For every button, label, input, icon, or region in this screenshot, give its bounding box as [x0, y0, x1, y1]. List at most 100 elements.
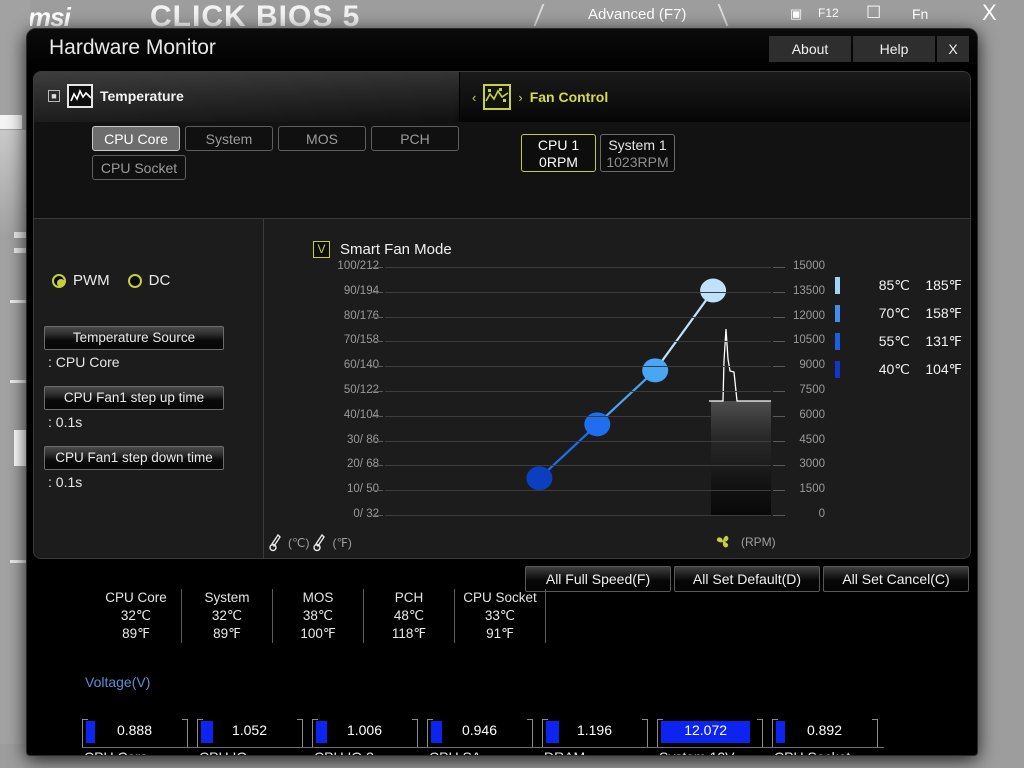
tab-system[interactable]: System [185, 126, 273, 151]
temp-summary-fahrenheit: 89℉ [122, 626, 150, 641]
chart-temp-units: (℃) (℉) [269, 533, 352, 553]
smart-fan-mode-checkbox[interactable]: V [313, 241, 330, 258]
legend-celsius: 40℃ [878, 360, 910, 377]
chevron-left-icon[interactable]: ‹ [472, 90, 476, 105]
about-button[interactable]: About [769, 36, 851, 62]
temp-summary-name: CPU Core [105, 590, 167, 605]
axis-tick [773, 465, 785, 467]
tab-pch[interactable]: PCH [371, 126, 459, 151]
y-tick-left: 100/212 [337, 260, 379, 272]
fan-selector-tabs: CPU 1 0RPM System 1 1023RPM [521, 134, 675, 172]
curve-point-3[interactable] [700, 278, 727, 303]
axis-tick [773, 366, 785, 368]
tab-cpu-socket[interactable]: CPU Socket [92, 155, 186, 180]
bios-left-gradient [0, 130, 26, 240]
axis-tick [371, 291, 383, 293]
curve-segment [654, 289, 714, 372]
y-tick-right: 6000 [799, 408, 825, 421]
gridline [385, 291, 771, 293]
window-title-bar: Hardware Monitor About Help X [27, 29, 977, 69]
voltage-cell: 1.006 CPU IO 2 [312, 717, 427, 755]
temp-summary-name: PCH [394, 590, 424, 605]
card-header: ■ Temperature ‹ › Fan Control [34, 72, 970, 122]
y-tick-right: 9000 [799, 359, 825, 372]
decor-slash-left [533, 4, 545, 26]
y-tick-left: 60/140 [343, 359, 379, 372]
voltage-label: DRAM [544, 749, 585, 755]
fan-graph-icon [483, 84, 512, 110]
fan-control-header-panel: ‹ › Fan Control [459, 72, 970, 122]
temperature-graph-icon [67, 84, 93, 108]
radio-dc[interactable]: DC [127, 272, 170, 289]
picture-icon[interactable]: ☐ [866, 3, 881, 23]
camera-icon[interactable]: ▣ [790, 6, 802, 22]
fn-key-label[interactable]: Fn [912, 6, 928, 22]
voltage-label: CPU Core [84, 749, 148, 755]
temp-summary-cell: CPU Socket 33℃ 91℉ [455, 589, 546, 643]
legend-fahrenheit: 158℉ [925, 304, 962, 321]
temp-summary-cell: CPU Core 32℃ 89℉ [91, 589, 182, 643]
axis-tick [371, 415, 383, 417]
step-down-time-button[interactable]: CPU Fan1 step down time [44, 446, 224, 470]
y-tick-left: 50/122 [343, 384, 379, 396]
fan-tab-cpu1[interactable]: CPU 1 0RPM [521, 134, 596, 172]
smart-fan-mode-row[interactable]: V Smart Fan Mode [313, 241, 452, 258]
temperature-tab-row-2: CPU Socket [34, 151, 459, 180]
tab-mos[interactable]: MOS [278, 126, 366, 151]
fan-mode-radio-group: PWM DC [52, 272, 170, 289]
bios-left-stub [10, 560, 26, 563]
voltage-cell: 0.946 CPU SA [427, 717, 542, 755]
voltage-label: CPU SA [429, 749, 481, 755]
chevron-right-icon[interactable]: › [518, 90, 522, 105]
axis-tick [371, 465, 383, 467]
fan-tab-system1[interactable]: System 1 1023RPM [600, 134, 675, 172]
voltage-cell: 12.072 System 12V [657, 717, 772, 755]
bios-left-stub [14, 248, 26, 253]
axis-tick [773, 391, 785, 392]
legend-row: 70℃ 158℉63% [835, 299, 970, 327]
close-button[interactable]: X [937, 36, 969, 62]
y-tick-left: 70/158 [343, 334, 379, 347]
help-button[interactable]: Help [853, 36, 935, 62]
curve-point-2[interactable] [642, 358, 669, 383]
temperature-source-value: : CPU Core [48, 354, 120, 370]
smart-fan-mode-label: Smart Fan Mode [340, 241, 452, 258]
temp-summary-cell: PCH 48℃ 118℉ [364, 589, 455, 643]
radio-pwm-icon[interactable] [52, 273, 66, 288]
radio-pwm[interactable]: PWM [52, 272, 110, 289]
voltage-cell: 1.052 CPU IO [197, 717, 312, 755]
voltage-bracket-right [872, 719, 878, 747]
temp-summary-celsius: 38℃ [302, 608, 334, 623]
temperature-source-button[interactable]: Temperature Source [44, 326, 224, 350]
close-icon[interactable]: X [982, 0, 997, 26]
chart-plot-area[interactable] [371, 267, 785, 516]
advanced-mode-label[interactable]: Advanced (F7) [588, 6, 686, 23]
fan-curve-panel: V Smart Fan Mode 100/212 90/194 80/176 70/1… [265, 219, 970, 558]
bios-left-stub [14, 232, 26, 238]
y-tick-left: 10/ 50 [347, 483, 379, 496]
tab-cpu-core[interactable]: CPU Core [92, 126, 180, 151]
legend-swatch [835, 304, 840, 322]
temp-summary-cell: MOS 38℃ 100℉ [273, 589, 364, 643]
expander-icon[interactable]: ■ [48, 90, 60, 102]
bios-left-stub [10, 300, 26, 303]
radio-dc-icon[interactable] [127, 273, 142, 288]
curve-point-0[interactable] [526, 466, 553, 491]
bios-left-chip [0, 115, 22, 129]
temp-summary-name: MOS [302, 590, 334, 605]
temperature-section-header[interactable]: ■ Temperature [48, 84, 184, 108]
temp-summary-fahrenheit: 91℉ [486, 626, 514, 641]
voltage-value: 0.946 [461, 722, 498, 738]
legend-row: 40℃ 104℉13% [835, 355, 970, 383]
axis-tick [371, 316, 383, 318]
axis-tick [773, 440, 785, 442]
axis-tick [773, 267, 785, 268]
temp-summary-celsius: 33℃ [484, 608, 516, 623]
step-up-time-button[interactable]: CPU Fan1 step up time [44, 386, 224, 410]
temp-summary-celsius: 32℃ [120, 608, 152, 623]
fan-control-section-header[interactable]: ‹ › Fan Control [472, 84, 608, 110]
temp-summary-cell: System 32℃ 89℉ [182, 589, 273, 643]
bios-left-stub [10, 380, 26, 383]
fan-settings-panel: PWM DC Temperature Source : CPU Core CPU… [34, 219, 264, 558]
card-body: PWM DC Temperature Source : CPU Core CPU… [34, 218, 970, 558]
